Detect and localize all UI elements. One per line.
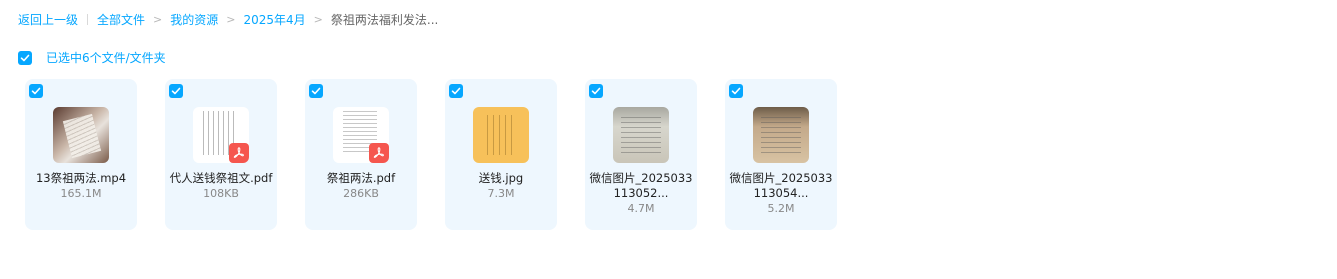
breadcrumb-divider	[87, 14, 89, 25]
file-checkbox[interactable]	[729, 84, 743, 98]
chevron-right-icon: >	[226, 13, 236, 26]
file-name: 送钱.jpg	[478, 171, 524, 185]
file-checkbox[interactable]	[169, 84, 183, 98]
breadcrumb: 返回上一级 全部文件 > 我的资源 > 2025年4月 > 祭祖两法福利发法..…	[18, 11, 438, 28]
file-card[interactable]: 送钱.jpg 7.3M	[445, 79, 557, 230]
file-card[interactable]: 13祭祖两法.mp4 165.1M	[25, 79, 137, 230]
file-size: 7.3M	[487, 187, 515, 200]
check-icon	[31, 87, 41, 95]
pdf-thumbnail	[193, 107, 249, 163]
select-all-checkbox[interactable]	[18, 50, 32, 65]
breadcrumb-all-files[interactable]: 全部文件	[97, 11, 145, 28]
file-card[interactable]: 微信图片_2025033113052... 4.7M	[585, 79, 697, 230]
image-thumbnail	[473, 107, 529, 163]
file-checkbox[interactable]	[29, 84, 43, 98]
video-thumbnail	[53, 107, 109, 163]
pdf-icon	[369, 143, 389, 163]
file-grid: 13祭祖两法.mp4 165.1M 代人送钱祭祖文.pdf 108KB 祭祖两法…	[25, 79, 865, 230]
check-icon	[311, 87, 321, 95]
file-name: 13祭祖两法.mp4	[35, 171, 127, 185]
file-name: 微信图片_2025033113052...	[589, 171, 693, 200]
check-icon	[451, 87, 461, 95]
file-checkbox[interactable]	[589, 84, 603, 98]
pdf-thumbnail	[333, 107, 389, 163]
file-checkbox[interactable]	[309, 84, 323, 98]
check-icon	[731, 87, 741, 95]
file-size: 286KB	[343, 187, 379, 200]
image-thumbnail	[753, 107, 809, 163]
file-size: 5.2M	[767, 202, 795, 215]
file-size: 165.1M	[60, 187, 102, 200]
breadcrumb-2025-april[interactable]: 2025年4月	[243, 11, 305, 28]
chevron-right-icon: >	[313, 13, 323, 26]
file-card[interactable]: 微信图片_2025033113054... 5.2M	[725, 79, 837, 230]
check-icon	[591, 87, 601, 95]
file-card[interactable]: 代人送钱祭祖文.pdf 108KB	[165, 79, 277, 230]
file-size: 4.7M	[627, 202, 655, 215]
check-icon	[20, 54, 30, 61]
selection-bar: 已选中6个文件/文件夹	[18, 49, 166, 66]
file-size: 108KB	[203, 187, 239, 200]
selection-count: 已选中6个文件/文件夹	[46, 51, 166, 65]
breadcrumb-current: 祭祖两法福利发法...	[330, 13, 439, 27]
file-name: 代人送钱祭祖文.pdf	[169, 171, 273, 185]
file-checkbox[interactable]	[449, 84, 463, 98]
file-card[interactable]: 祭祖两法.pdf 286KB	[305, 79, 417, 230]
file-name: 祭祖两法.pdf	[326, 171, 396, 185]
back-link[interactable]: 返回上一级	[18, 11, 78, 28]
chevron-right-icon: >	[153, 13, 163, 26]
image-thumbnail	[613, 107, 669, 163]
pdf-icon	[229, 143, 249, 163]
check-icon	[171, 87, 181, 95]
file-name: 微信图片_2025033113054...	[729, 171, 833, 200]
breadcrumb-my-resources[interactable]: 我的资源	[170, 11, 218, 28]
